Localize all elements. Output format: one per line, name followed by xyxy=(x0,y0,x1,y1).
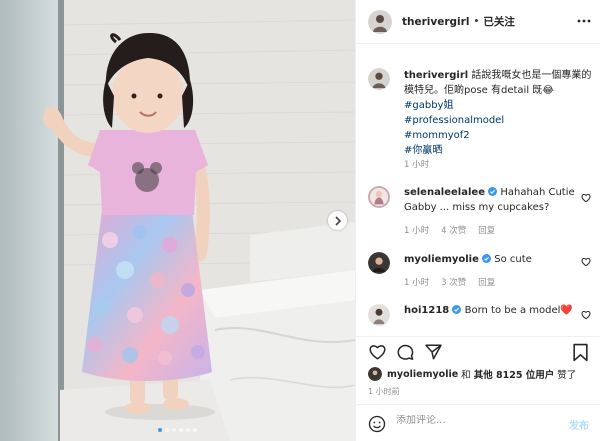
comment-text: So cute xyxy=(494,254,532,265)
caption-avatar[interactable] xyxy=(368,68,390,90)
comment-like-heart-icon[interactable] xyxy=(581,257,591,267)
comment-likes[interactable]: 3 次赞 xyxy=(441,276,466,288)
post-header: therivergirl • 已关注 xyxy=(356,0,600,44)
comment-avatar[interactable] xyxy=(368,252,390,274)
verified-badge-icon xyxy=(482,254,492,263)
likes-suffix: 赞了 xyxy=(554,370,577,381)
comment-username[interactable]: hoi1218 xyxy=(404,305,449,316)
header-separator: • xyxy=(473,16,480,27)
caption-meta: 1 小时 xyxy=(404,158,429,170)
likes-conjunction: 和 xyxy=(458,370,474,381)
hashtag-link[interactable]: #professionalmodel xyxy=(404,113,592,128)
comment-meta: 1 小时 3 次赞 回复 xyxy=(404,276,495,288)
carousel-dot xyxy=(193,428,197,432)
share-paper-plane-icon[interactable] xyxy=(424,343,443,361)
comment-avatar[interactable] xyxy=(368,304,390,326)
carousel-dot xyxy=(179,428,183,432)
more-options-icon[interactable] xyxy=(577,14,591,28)
caption-time: 1 小时 xyxy=(404,160,430,170)
post-side-panel: therivergirl • 已关注 therivergirl 話說我嘅女也是一… xyxy=(355,0,600,441)
follow-status-button[interactable]: 已关注 xyxy=(483,14,515,29)
hashtag-link[interactable]: #你贏晒 xyxy=(404,143,592,158)
author-username[interactable]: therivergirl xyxy=(402,16,469,28)
comment-time: 1 小时 xyxy=(404,226,430,236)
photo-illustration xyxy=(0,0,355,441)
post-comment-button[interactable]: 发布 xyxy=(569,417,589,432)
comment-like-heart-icon[interactable] xyxy=(581,310,591,320)
chevron-right-icon xyxy=(334,215,341,226)
comment-body: selenaleelalee Hahahah Cutie Gabby ... m… xyxy=(404,185,582,215)
instagram-post-viewer: therivergirl • 已关注 therivergirl 話說我嘅女也是一… xyxy=(0,0,600,441)
likes-summary: myoliemyolie 和 其他 8125 位用户 赞了 xyxy=(368,367,576,381)
comment-text: Born to be a model xyxy=(464,305,561,316)
caption-emoji: 😂 xyxy=(542,85,554,96)
avatar-image-icon xyxy=(368,367,382,381)
emoji-smiley-icon[interactable] xyxy=(368,415,386,433)
carousel-dot xyxy=(165,428,169,432)
liker-username[interactable]: myoliemyolie xyxy=(387,369,458,380)
comment-avatar[interactable] xyxy=(368,186,390,208)
bookmark-save-icon[interactable] xyxy=(572,343,589,362)
avatar-image-icon xyxy=(368,9,392,34)
liker-avatar[interactable] xyxy=(368,367,382,381)
comment-like-heart-icon[interactable] xyxy=(581,193,591,203)
comment-bubble-icon[interactable] xyxy=(396,343,415,361)
likes-others-link[interactable]: 其他 8125 位用户 xyxy=(474,367,555,381)
author-avatar[interactable] xyxy=(368,9,392,34)
carousel-dot-active xyxy=(158,428,162,432)
comment-meta: 1 小时 4 次赞 回复 xyxy=(404,224,495,236)
carousel-dot xyxy=(172,428,176,432)
avatar-image-icon xyxy=(368,186,390,208)
hashtag-link[interactable]: #gabby姐 xyxy=(404,98,592,113)
comment-body: hoi1218 Born to be a model❤️ xyxy=(404,303,582,318)
caption-username[interactable]: therivergirl xyxy=(404,70,468,81)
avatar-image-icon xyxy=(368,252,390,274)
avatar-image-icon xyxy=(368,68,390,90)
avatar-image-icon xyxy=(368,304,390,326)
post-photo[interactable] xyxy=(0,0,355,441)
carousel-dot xyxy=(186,428,190,432)
comment-username[interactable]: myoliemyolie xyxy=(404,254,479,265)
comment-time: 1 小时 xyxy=(404,278,430,288)
add-comment-input[interactable] xyxy=(396,415,546,426)
add-comment-bar: 发布 xyxy=(356,404,600,441)
comment-reply-button[interactable]: 回复 xyxy=(478,224,495,236)
post-timestamp[interactable]: 1 小时前 xyxy=(368,386,400,397)
post-actions: myoliemyolie 和 其他 8125 位用户 赞了 1 小时前 发布 xyxy=(356,336,600,441)
comment-username[interactable]: selenaleelalee xyxy=(404,187,485,198)
comment-likes[interactable]: 4 次赞 xyxy=(441,224,466,236)
verified-badge-icon xyxy=(488,187,498,196)
comment-heart-emoji: ❤️ xyxy=(560,305,573,316)
comment-reply-button[interactable]: 回复 xyxy=(478,276,495,288)
hashtag-link[interactable]: #mommyof2 xyxy=(404,128,592,143)
next-photo-button[interactable] xyxy=(328,211,347,230)
carousel-indicator xyxy=(158,428,197,432)
like-heart-icon[interactable] xyxy=(368,343,387,361)
comment-body: myoliemyolie So cute xyxy=(404,252,582,267)
caption-block: therivergirl 話說我嘅女也是一個專業的模特兒。佢啲pose 有det… xyxy=(404,68,592,158)
verified-badge-icon xyxy=(452,305,462,314)
